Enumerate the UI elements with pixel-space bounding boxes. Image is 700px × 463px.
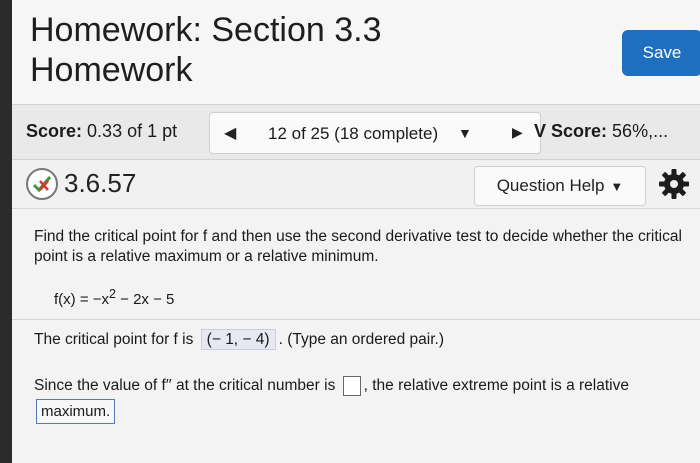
- answer2-continuation: , the relative extreme point is a relati…: [363, 377, 629, 395]
- homework-score-label: V Score:: [534, 121, 608, 141]
- question-position[interactable]: 12 of 25 (18 complete): [268, 124, 438, 144]
- answer-critical-point: The critical point for f is (− 1, − 4). …: [34, 329, 444, 350]
- critical-point-answer[interactable]: (− 1, − 4): [200, 329, 276, 350]
- question-header: 3.6.57 Question Help ▼: [12, 160, 700, 208]
- question-help-label: Question Help: [496, 176, 605, 195]
- previous-question-icon[interactable]: ◀: [224, 123, 236, 143]
- answer-second-derivative: Since the value of f′′ at the critical n…: [34, 376, 629, 396]
- save-button[interactable]: Save: [622, 30, 700, 76]
- answer1-hint: . (Type an ordered pair.): [278, 331, 444, 348]
- partial-credit-icon: [26, 168, 58, 200]
- score-label: Score:: [26, 121, 83, 141]
- homework-score-value: 56%,...: [612, 121, 669, 141]
- question-navigator: ◀ 12 of 25 (18 complete) ▼ ▶: [209, 112, 541, 154]
- question-content: Find the critical point for f and then u…: [12, 208, 700, 463]
- function-definition: f(x) = −x2 − 2x − 5: [54, 287, 174, 308]
- function-exponent: 2: [109, 287, 116, 301]
- page-title-line2: Homework: [30, 51, 193, 89]
- gear-icon[interactable]: [656, 166, 692, 202]
- divider: [12, 319, 700, 320]
- page-title-line1: Homework: Section 3.3: [30, 11, 382, 49]
- question-instructions: Find the critical point for f and then u…: [34, 228, 682, 265]
- question-number: 3.6.57: [64, 168, 137, 198]
- homework-screen: Homework: Section 3.3 Homework Save Scor…: [12, 0, 700, 463]
- answer1-prompt: The critical point for f is: [34, 331, 194, 348]
- chevron-down-icon: ▼: [610, 178, 624, 194]
- second-derivative-input[interactable]: [342, 376, 361, 396]
- homework-score: V Score: 56%,...: [534, 121, 668, 142]
- score-bar: Score: 0.33 of 1 pt ◀ 12 of 25 (18 compl…: [12, 104, 700, 160]
- extremum-type-select[interactable]: maximum.: [36, 399, 116, 424]
- header: Homework: Section 3.3 Homework Save: [12, 0, 700, 104]
- next-question-icon[interactable]: ▶: [512, 124, 523, 141]
- function-suffix: − 2x − 5: [115, 291, 175, 308]
- answer2-prompt: Since the value of f′′ at the critical n…: [34, 377, 336, 395]
- score: Score: 0.33 of 1 pt: [26, 121, 177, 142]
- question-help-button[interactable]: Question Help ▼: [474, 166, 646, 206]
- score-value: 0.33 of 1 pt: [87, 121, 178, 141]
- question-list-caret-icon[interactable]: ▼: [458, 125, 472, 141]
- page-title: Homework: Section 3.3 Homework: [30, 10, 550, 90]
- function-prefix: f(x) = −x: [54, 291, 110, 308]
